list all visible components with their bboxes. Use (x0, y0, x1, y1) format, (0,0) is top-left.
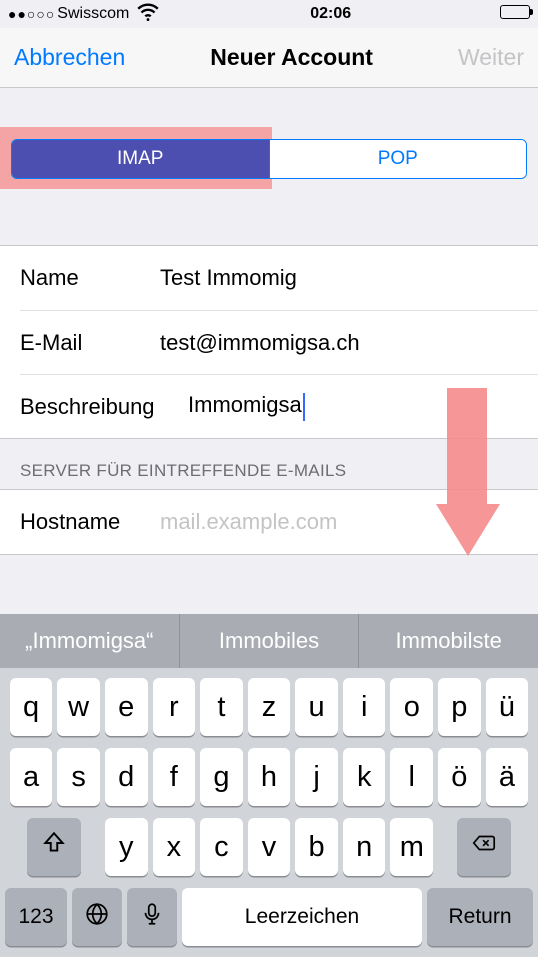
key-globe[interactable] (72, 888, 122, 946)
key-t[interactable]: t (200, 678, 243, 736)
prediction-2[interactable]: Immobiles (180, 614, 360, 668)
incoming-server-group: Hostname (0, 489, 538, 555)
globe-icon (84, 901, 110, 934)
segment-imap[interactable]: IMAP (12, 140, 269, 178)
key-m[interactable]: m (390, 818, 433, 876)
key-b[interactable]: b (295, 818, 338, 876)
key-o[interactable]: o (390, 678, 433, 736)
keyboard-row-4: 123 Leerzeichen Return (5, 888, 533, 946)
key-ue[interactable]: ü (486, 678, 529, 736)
wifi-icon (135, 0, 161, 30)
key-return[interactable]: Return (427, 888, 533, 946)
text-cursor (303, 393, 305, 421)
key-mic[interactable] (127, 888, 177, 946)
name-field[interactable]: Test Immomig (160, 265, 538, 291)
status-bar: ●●○○○ Swisscom 02:06 (0, 0, 538, 28)
row-email[interactable]: E-Mail test@immomigsa.ch (20, 310, 538, 374)
row-name[interactable]: Name Test Immomig (0, 246, 538, 310)
account-type-segment-wrap: IMAP POP (0, 88, 538, 191)
key-w[interactable]: w (57, 678, 100, 736)
mic-icon (139, 901, 165, 934)
key-k[interactable]: k (343, 748, 386, 806)
key-d[interactable]: d (105, 748, 148, 806)
name-label: Name (20, 265, 160, 291)
key-oe[interactable]: ö (438, 748, 481, 806)
battery-icon (500, 5, 530, 24)
key-c[interactable]: c (200, 818, 243, 876)
description-field[interactable]: Immomigsa (188, 392, 538, 420)
keyboard: „Immomigsa“ Immobiles Immobilste q w e r… (0, 614, 538, 957)
key-j[interactable]: j (295, 748, 338, 806)
account-info-group: Name Test Immomig E-Mail test@immomigsa.… (0, 245, 538, 439)
key-l[interactable]: l (390, 748, 433, 806)
key-g[interactable]: g (200, 748, 243, 806)
predictive-bar: „Immomigsa“ Immobiles Immobilste (0, 614, 538, 668)
key-i[interactable]: i (343, 678, 386, 736)
account-type-segmented: IMAP POP (11, 139, 527, 179)
key-numbers[interactable]: 123 (5, 888, 67, 946)
next-button[interactable]: Weiter (458, 44, 524, 71)
description-label: Beschreibung (20, 394, 188, 420)
page-title: Neuer Account (210, 44, 373, 71)
key-e[interactable]: e (105, 678, 148, 736)
clock-label: 02:06 (310, 5, 351, 23)
key-v[interactable]: v (248, 818, 291, 876)
row-description[interactable]: Beschreibung Immomigsa (20, 374, 538, 438)
nav-bar: Abbrechen Neuer Account Weiter (0, 28, 538, 88)
key-r[interactable]: r (153, 678, 196, 736)
shift-icon (41, 830, 67, 864)
hostname-label: Hostname (20, 509, 160, 535)
hostname-field[interactable] (160, 509, 538, 535)
signal-dots-icon: ●●○○○ (8, 6, 55, 22)
key-backspace[interactable] (457, 818, 511, 876)
carrier-label: Swisscom (57, 5, 129, 23)
prediction-3[interactable]: Immobilste (359, 614, 538, 668)
email-label: E-Mail (20, 330, 160, 356)
key-x[interactable]: x (153, 818, 196, 876)
backspace-icon (471, 830, 497, 864)
key-f[interactable]: f (153, 748, 196, 806)
key-space[interactable]: Leerzeichen (182, 888, 422, 946)
keyboard-row-1: q w e r t z u i o p ü (5, 678, 533, 736)
key-z[interactable]: z (248, 678, 291, 736)
keyboard-row-2: a s d f g h j k l ö ä (5, 748, 533, 806)
key-a[interactable]: a (10, 748, 53, 806)
prediction-1[interactable]: „Immomigsa“ (0, 614, 180, 668)
key-ae[interactable]: ä (486, 748, 529, 806)
key-n[interactable]: n (343, 818, 386, 876)
key-q[interactable]: q (10, 678, 53, 736)
keyboard-row-3: y x c v b n m (5, 818, 533, 876)
key-s[interactable]: s (57, 748, 100, 806)
row-hostname[interactable]: Hostname (0, 490, 538, 554)
email-field[interactable]: test@immomigsa.ch (160, 330, 538, 356)
key-shift[interactable] (27, 818, 81, 876)
incoming-server-header: SERVER FÜR EINTREFFENDE E-MAILS (0, 439, 538, 489)
status-left: ●●○○○ Swisscom (8, 0, 161, 30)
key-h[interactable]: h (248, 748, 291, 806)
description-value: Immomigsa (188, 392, 302, 417)
key-u[interactable]: u (295, 678, 338, 736)
key-y[interactable]: y (105, 818, 148, 876)
segment-pop[interactable]: POP (270, 140, 527, 178)
key-p[interactable]: p (438, 678, 481, 736)
cancel-button[interactable]: Abbrechen (14, 44, 125, 71)
